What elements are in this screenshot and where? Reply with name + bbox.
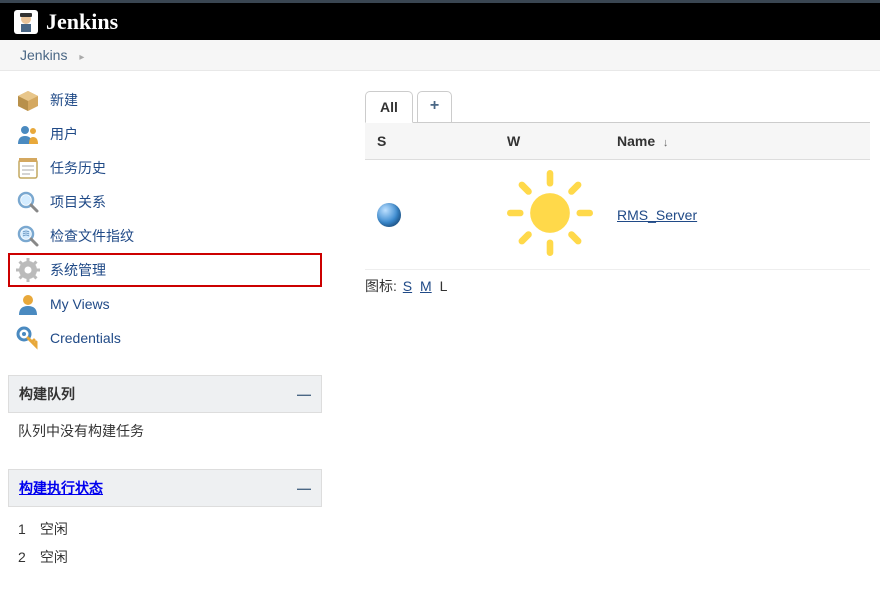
icon-size-s[interactable]: S: [403, 278, 412, 294]
sidebar-item-label: My Views: [50, 296, 110, 312]
sidebar-item-label: Credentials: [50, 330, 121, 346]
icon-size-legend: 图标: S M L: [365, 276, 870, 296]
view-tabs: All +: [365, 91, 870, 123]
column-name[interactable]: Name ↓: [605, 123, 870, 160]
job-row: RMS_Server: [365, 160, 870, 270]
sidebar-item-myviews[interactable]: My Views: [8, 287, 322, 321]
collapse-icon[interactable]: —: [297, 480, 311, 496]
sidebar-item-credentials[interactable]: Credentials: [8, 321, 322, 355]
key-icon: [16, 326, 40, 350]
main-panel: All + S W Name ↓ RMS_Server: [330, 71, 880, 591]
executor-status-header: 构建执行状态 —: [8, 469, 322, 507]
build-queue-empty-text: 队列中没有构建任务: [18, 423, 144, 439]
job-name-cell: RMS_Server: [605, 160, 870, 270]
executor-status-title[interactable]: 构建执行状态: [19, 478, 103, 498]
column-weather[interactable]: W: [495, 123, 605, 160]
breadcrumb-separator-icon: ▸: [79, 52, 84, 63]
sidebar-item-label: 检查文件指纹: [50, 226, 134, 246]
sidebar-item-relations[interactable]: 项目关系: [8, 185, 322, 219]
sidebar-item-label: 新建: [50, 90, 78, 110]
executor-number: 1: [18, 521, 36, 537]
sidebar-item-users[interactable]: 用户: [8, 117, 322, 151]
people-icon: [16, 122, 40, 146]
sidebar-item-label: 系统管理: [50, 260, 106, 280]
sidebar-item-fingerprint[interactable]: 检查文件指纹: [8, 219, 322, 253]
icon-size-l: L: [440, 278, 448, 294]
breadcrumb-item[interactable]: Jenkins: [20, 47, 67, 63]
sidebar-item-new[interactable]: 新建: [8, 83, 322, 117]
executor-status-pane: 构建执行状态 — 1 空闲 2 空闲: [8, 469, 322, 579]
job-status-cell: [365, 160, 495, 270]
jenkins-logo-icon: [12, 8, 40, 36]
build-queue-pane: 构建队列 — 队列中没有构建任务: [8, 375, 322, 449]
notepad-icon: [16, 156, 40, 180]
sidebar-item-label: 用户: [50, 124, 78, 144]
executor-status-body: 1 空闲 2 空闲: [8, 507, 322, 579]
job-weather-cell: [495, 160, 605, 270]
gear-icon: [16, 258, 40, 282]
sidebar-item-label: 任务历史: [50, 158, 106, 178]
sidebar: 新建 用户 任务历史 项目关系 检查文件指纹 系统管理 My V: [0, 71, 330, 591]
jobs-table: S W Name ↓ RMS_Server: [365, 122, 870, 270]
sun-icon: [507, 243, 593, 259]
tab-all[interactable]: All: [365, 91, 413, 123]
icon-legend-label: 图标:: [365, 278, 397, 294]
job-name-link[interactable]: RMS_Server: [617, 207, 697, 223]
sidebar-item-manage[interactable]: 系统管理: [8, 253, 322, 287]
package-icon: [16, 88, 40, 112]
breadcrumb: Jenkins ▸: [0, 40, 880, 71]
collapse-icon[interactable]: —: [297, 386, 311, 402]
executor-number: 2: [18, 549, 36, 565]
build-queue-body: 队列中没有构建任务: [8, 413, 322, 449]
executor-row: 1 空闲: [18, 515, 312, 543]
status-blue-icon: [377, 203, 401, 227]
sidebar-item-history[interactable]: 任务历史: [8, 151, 322, 185]
build-queue-title: 构建队列: [19, 384, 75, 404]
header-title: Jenkins: [46, 9, 118, 35]
build-queue-header: 构建队列 —: [8, 375, 322, 413]
fingerprint-search-icon: [16, 224, 40, 248]
executor-state: 空闲: [40, 521, 68, 537]
header: Jenkins: [0, 0, 880, 40]
executor-state: 空闲: [40, 549, 68, 565]
icon-size-m[interactable]: M: [420, 278, 432, 294]
column-status[interactable]: S: [365, 123, 495, 160]
sort-down-icon: ↓: [663, 137, 669, 149]
executor-row: 2 空闲: [18, 543, 312, 571]
search-icon: [16, 190, 40, 214]
tab-add-view[interactable]: +: [417, 91, 452, 123]
sidebar-item-label: 项目关系: [50, 192, 106, 212]
person-icon: [16, 292, 40, 316]
